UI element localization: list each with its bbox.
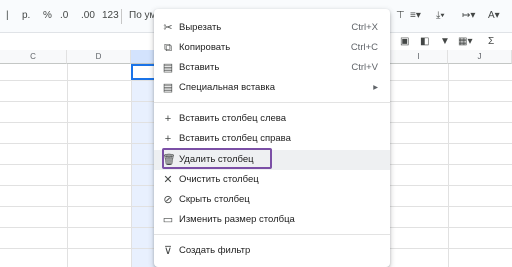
menu-item-label: Очистить столбец (179, 174, 259, 185)
align-icon[interactable]: ≡▾ (410, 10, 421, 21)
menu-item-shortcut: Ctrl+V (351, 62, 378, 73)
grid-line (448, 64, 449, 267)
column-header-j[interactable]: J (448, 50, 512, 64)
menu-item-paste[interactable]: ▤ Вставить Ctrl+V (154, 58, 390, 78)
toolbar-divider: | (6, 10, 9, 21)
column-header-c[interactable]: C (0, 50, 67, 64)
menu-item-clear-column[interactable]: ✕ Очистить столбец (154, 170, 390, 190)
trash-icon: 🗑 (162, 154, 176, 166)
submenu-arrow-icon: ▸ (373, 82, 378, 93)
menu-item-label: Специальная вставка (179, 82, 276, 93)
toolbar-separator (121, 9, 122, 24)
menu-item-label: Вставить столбец слева (179, 113, 287, 124)
vertical-align-icon[interactable]: ⤓▾ (436, 10, 445, 21)
filter-icon: ⊽ (163, 245, 173, 257)
column-header-d[interactable]: D (67, 50, 131, 64)
decrease-decimal-button[interactable]: .0 (60, 10, 68, 21)
grid-line (67, 64, 68, 267)
context-menu: ✂ Вырезать Ctrl+X ⧉ Копировать Ctrl+C ▤ … (154, 9, 390, 267)
paste-special-icon: ▤ (162, 82, 174, 94)
menu-item-delete-column[interactable]: 🗑 Удалить столбец (154, 148, 390, 170)
menu-item-label: Копировать (179, 42, 231, 53)
menu-item-label: Вставить (179, 62, 220, 73)
scissors-icon: ✂ (163, 22, 173, 34)
menu-item-copy[interactable]: ⧉ Копировать Ctrl+C (154, 38, 390, 58)
plus-icon: + (164, 113, 172, 125)
column-header-i[interactable]: I (390, 50, 448, 64)
menu-separator (154, 102, 390, 103)
currency-format-button[interactable]: р. (22, 10, 30, 21)
menu-item-label: Скрыть столбец (179, 194, 250, 205)
text-color-icon[interactable]: ⊤ (396, 10, 405, 21)
wrap-icon[interactable]: ↦▾ (462, 10, 475, 21)
font-color-icon[interactable]: A▾ (488, 10, 500, 21)
increase-decimal-button[interactable]: .00 (81, 10, 95, 21)
menu-item-resize-column[interactable]: ▭ Изменить размер столбца (154, 210, 390, 230)
menu-item-shortcut: Ctrl+X (351, 22, 378, 33)
menu-item-cut[interactable]: ✂ Вырезать Ctrl+X (154, 18, 390, 38)
menu-item-insert-right[interactable]: + Вставить столбец справа (154, 129, 390, 149)
percent-format-button[interactable]: % (43, 10, 52, 21)
menu-item-label: Вырезать (179, 22, 222, 33)
font-family-select[interactable]: По ум (129, 10, 156, 21)
paste-icon: ▤ (162, 62, 174, 74)
menu-item-insert-left[interactable]: + Вставить столбец слева (154, 109, 390, 129)
menu-item-label: Удалить столбец (179, 154, 254, 165)
menu-item-hide-column[interactable]: ⊘ Скрыть столбец (154, 190, 390, 210)
menu-separator (154, 234, 390, 235)
menu-item-paste-special[interactable]: ▤ Специальная вставка ▸ (154, 78, 390, 98)
number-format-button[interactable]: 123 (102, 10, 119, 21)
menu-item-label: Создать фильтр (179, 245, 251, 256)
menu-item-label: Изменить размер столбца (179, 214, 295, 225)
eye-off-icon: ⊘ (163, 194, 173, 206)
menu-item-label: Вставить столбец справа (179, 133, 291, 144)
menu-item-create-filter[interactable]: ⊽ Создать фильтр (154, 241, 390, 261)
resize-icon: ▭ (162, 214, 174, 226)
close-icon: ✕ (163, 174, 173, 186)
menu-item-shortcut: Ctrl+C (350, 42, 378, 53)
copy-icon: ⧉ (164, 42, 172, 54)
grid-line (131, 64, 132, 267)
plus-icon: + (164, 133, 172, 145)
